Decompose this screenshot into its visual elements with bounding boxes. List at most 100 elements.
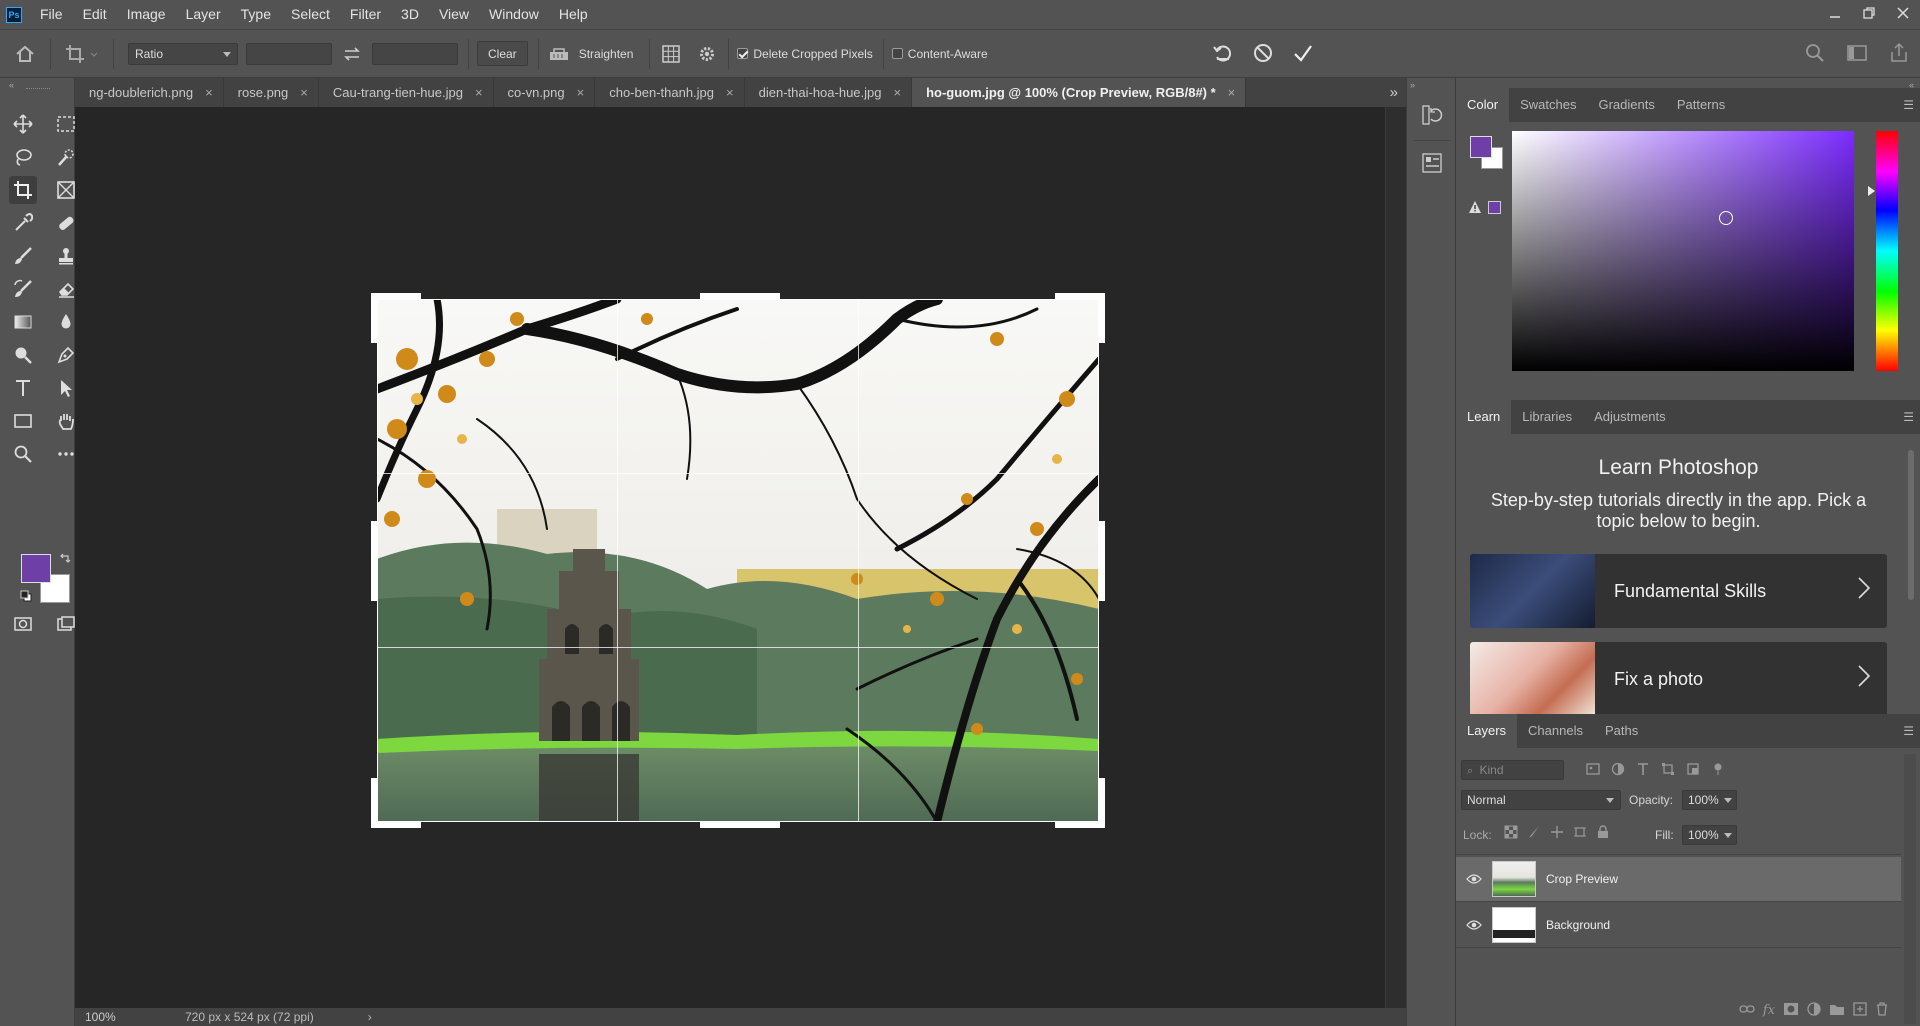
crop-handle-bottom-left[interactable] xyxy=(371,778,378,828)
panel-menu-icon[interactable]: ☰ xyxy=(1903,98,1914,112)
properties-panel-icon[interactable] xyxy=(1421,152,1443,177)
workspace-icon[interactable] xyxy=(1846,42,1868,67)
tab-document-6[interactable]: dien-thai-hoa-hue.jpg × xyxy=(744,78,913,107)
visibility-eye-icon[interactable] xyxy=(1456,919,1492,931)
home-icon[interactable] xyxy=(0,44,50,64)
close-tab-icon[interactable]: × xyxy=(300,85,308,100)
tab-document-active[interactable]: ho-guom.jpg @ 100% (Crop Preview, RGB/8#… xyxy=(912,78,1247,107)
close-tab-icon[interactable]: × xyxy=(205,85,213,100)
more-tabs-icon[interactable]: » xyxy=(1390,84,1398,101)
menu-edit[interactable]: Edit xyxy=(73,0,117,29)
swap-colors-icon[interactable] xyxy=(59,552,71,567)
link-layers-icon[interactable] xyxy=(1739,1003,1755,1018)
ratio-select[interactable]: Ratio xyxy=(128,42,238,65)
settings-gear-icon[interactable] xyxy=(692,45,722,63)
filter-type-icon[interactable] xyxy=(1636,762,1650,779)
lock-image-pixels-icon[interactable] xyxy=(1527,825,1541,842)
tab-document-4[interactable]: co-vn.png × xyxy=(493,78,596,107)
layer-filter-kind[interactable]: ⌕ Kind xyxy=(1461,760,1564,780)
color-picker-cursor[interactable] xyxy=(1719,211,1733,225)
crop-handle-top[interactable] xyxy=(700,293,780,300)
crop-handle-right[interactable] xyxy=(1098,521,1105,601)
crop-handle-top-left[interactable] xyxy=(371,293,421,300)
learn-card-fix-a-photo[interactable]: Fix a photo xyxy=(1470,642,1887,716)
color-panel-foreground-swatch[interactable] xyxy=(1470,136,1492,158)
straighten-label[interactable]: Straighten xyxy=(579,47,634,61)
delete-layer-icon[interactable] xyxy=(1875,1001,1889,1019)
menu-layer[interactable]: Layer xyxy=(176,0,231,29)
layers-scrollbar[interactable] xyxy=(1904,754,1916,1024)
default-colors-icon[interactable] xyxy=(20,590,32,605)
lasso-tool-icon[interactable] xyxy=(9,143,37,171)
tab-channels[interactable]: Channels xyxy=(1517,714,1594,748)
zoom-tool-icon[interactable] xyxy=(9,440,37,468)
swap-dimensions-icon[interactable] xyxy=(332,46,372,61)
visibility-eye-icon[interactable] xyxy=(1456,873,1492,885)
tab-learn[interactable]: Learn xyxy=(1456,400,1512,434)
panel-menu-icon[interactable]: ☰ xyxy=(1903,724,1914,738)
crop-width-input[interactable] xyxy=(246,42,332,65)
gradient-tool-icon[interactable] xyxy=(9,308,37,336)
dodge-tool-icon[interactable] xyxy=(9,341,37,369)
cancel-crop-icon[interactable] xyxy=(1252,42,1274,67)
close-tab-icon[interactable]: × xyxy=(1228,85,1236,100)
fill-input[interactable]: 100% xyxy=(1682,825,1737,845)
content-aware-checkbox[interactable]: Content-Aware xyxy=(891,47,988,61)
out-of-gamut-warning-icon[interactable] xyxy=(1468,200,1482,217)
layer-row-background[interactable]: Background xyxy=(1456,903,1901,948)
tab-paths[interactable]: Paths xyxy=(1594,714,1649,748)
delete-cropped-pixels-checkbox[interactable]: Delete Cropped Pixels xyxy=(737,47,873,61)
crop-handle-bottom-right[interactable] xyxy=(1098,778,1105,828)
menu-3d[interactable]: 3D xyxy=(391,0,429,29)
share-icon[interactable] xyxy=(1888,42,1910,67)
add-mask-icon[interactable] xyxy=(1783,1002,1799,1019)
new-layer-icon[interactable] xyxy=(1853,1001,1867,1019)
status-menu-icon[interactable]: › xyxy=(368,1010,372,1024)
menu-help[interactable]: Help xyxy=(549,0,598,29)
straighten-icon[interactable] xyxy=(539,46,579,62)
collapse-dock-icon[interactable]: » xyxy=(1410,80,1415,90)
close-tab-icon[interactable]: × xyxy=(475,85,483,100)
blend-mode-select[interactable]: Normal xyxy=(1461,790,1621,810)
tab-gradients[interactable]: Gradients xyxy=(1587,88,1665,122)
gamut-swatch[interactable] xyxy=(1488,201,1501,214)
new-group-icon[interactable] xyxy=(1829,1002,1845,1019)
foreground-color-swatch[interactable] xyxy=(21,554,51,583)
type-tool-icon[interactable] xyxy=(9,374,37,402)
lock-transparent-pixels-icon[interactable] xyxy=(1504,825,1518,842)
tab-swatches[interactable]: Swatches xyxy=(1509,88,1587,122)
history-panel-icon[interactable] xyxy=(1421,104,1443,129)
search-icon[interactable] xyxy=(1804,42,1826,67)
tab-adjustments[interactable]: Adjustments xyxy=(1583,400,1677,434)
reset-crop-icon[interactable] xyxy=(1212,42,1234,67)
crop-handle-top-left[interactable] xyxy=(371,293,378,343)
close-tab-icon[interactable]: × xyxy=(726,85,734,100)
filter-shape-icon[interactable] xyxy=(1661,762,1675,779)
learn-card-fundamental-skills[interactable]: Fundamental Skills xyxy=(1470,554,1887,628)
lock-artboard-icon[interactable] xyxy=(1573,825,1587,842)
crop-handle-top-right[interactable] xyxy=(1098,293,1105,343)
collapse-toolbar-icon[interactable]: « xyxy=(9,80,14,90)
filter-smart-object-icon[interactable] xyxy=(1686,762,1700,779)
menu-window[interactable]: Window xyxy=(479,0,549,29)
crop-tool-icon[interactable] xyxy=(9,176,37,204)
crop-handle-bottom-left[interactable] xyxy=(371,821,421,828)
zoom-level[interactable]: 100% xyxy=(85,1010,165,1024)
brush-tool-icon[interactable] xyxy=(9,242,37,270)
close-tab-icon[interactable]: × xyxy=(577,85,585,100)
crop-handle-bottom[interactable] xyxy=(700,821,780,828)
opacity-input[interactable]: 100% xyxy=(1682,790,1737,810)
crop-handle-left[interactable] xyxy=(371,521,378,601)
tab-layers[interactable]: Layers xyxy=(1456,714,1518,748)
menu-image[interactable]: Image xyxy=(117,0,176,29)
hue-slider-handle[interactable] xyxy=(1868,186,1875,196)
filter-pixel-icon[interactable] xyxy=(1586,762,1600,779)
commit-crop-icon[interactable] xyxy=(1292,42,1314,67)
menu-view[interactable]: View xyxy=(429,0,479,29)
menu-file[interactable]: File xyxy=(30,0,73,29)
lock-position-icon[interactable] xyxy=(1550,825,1564,842)
move-tool-icon[interactable] xyxy=(9,110,37,138)
tab-document-1[interactable]: ng-doublerich.png × xyxy=(75,78,224,107)
eyedropper-tool-icon[interactable] xyxy=(9,209,37,237)
crop-box[interactable] xyxy=(371,293,1105,828)
